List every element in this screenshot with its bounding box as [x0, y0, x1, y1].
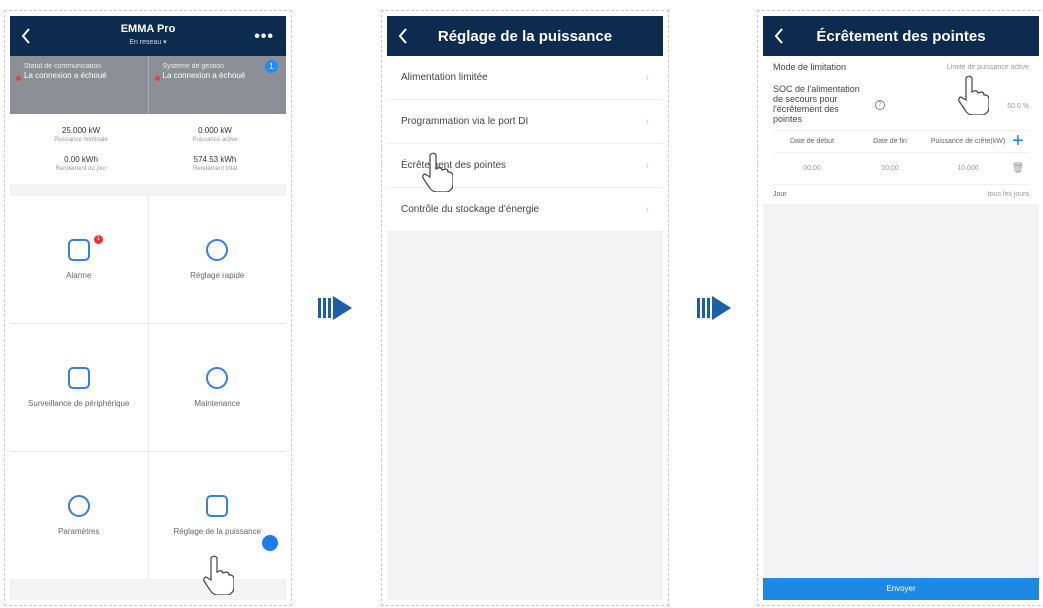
add-icon[interactable]: +	[1007, 131, 1029, 151]
menu-item-storage-control[interactable]: Contrôle du stockage d'énergie ›	[387, 188, 663, 232]
status-bar: Statut de communication La connexion a é…	[10, 56, 286, 114]
device-title: EMMA Pro	[120, 23, 176, 35]
power-setting-menu: Alimentation limitée › Programmation via …	[387, 56, 663, 232]
backup-soc-row[interactable]: SOC de l'alimentation de secours pour l'…	[773, 78, 1029, 130]
back-arrow-icon[interactable]	[397, 27, 409, 45]
menu-item-di-scheduling[interactable]: Programmation via le port DI ›	[387, 100, 663, 144]
error-dot-icon	[16, 76, 21, 81]
page-title: Écrêtement des pointes	[816, 27, 986, 45]
limitation-mode-select[interactable]: Limite de puissance active	[939, 64, 1029, 71]
error-dot-icon	[154, 76, 160, 81]
day-row[interactable]: Jour tous les jours	[773, 184, 1029, 204]
limitation-mode-row[interactable]: Mode de limitation Limite de puissance a…	[773, 56, 1029, 78]
tile-label: Maintenance	[194, 398, 241, 408]
column-header-end: Date de fin	[873, 138, 907, 145]
power-setting-screen: Réglage de la puissance Alimentation lim…	[387, 16, 663, 600]
stat-item: 574.53 kWh Rendement total	[148, 149, 282, 178]
status-communication[interactable]: Statut de communication La connexion a é…	[10, 56, 149, 114]
tile-label: Paramètres	[58, 526, 100, 536]
peak-power-cell[interactable]: 10.000	[929, 165, 1007, 172]
status-value: La connexion a échoué	[162, 71, 246, 80]
start-time-cell[interactable]: 00:00	[773, 165, 851, 172]
home-screen: EMMA Pro En réseau ▾ ••• Statut de commu…	[10, 16, 286, 600]
day-value[interactable]: tous les jours	[988, 191, 1029, 198]
schedule-table-header: Date de début Date de fin Puissance de c…	[773, 130, 1029, 152]
maintenance-icon	[206, 366, 229, 389]
stat-value: 0.000 kW	[198, 126, 232, 135]
page-title: Réglage de la puissance	[437, 27, 613, 45]
tile-label: Réglage rapide	[190, 270, 245, 280]
peak-shaving-screen: Écrêtement des pointes Mode de limitatio…	[763, 16, 1039, 600]
power-setting-icon	[206, 494, 229, 517]
menu-item-label: Contrôle du stockage d'énergie	[401, 204, 540, 215]
quick-setting-icon	[206, 238, 229, 261]
tile-quick-setting[interactable]: Réglage rapide	[148, 196, 286, 323]
stat-value: 574.53 kWh	[193, 155, 237, 164]
gear-icon	[67, 494, 90, 517]
limitation-mode-label: Mode de limitation	[773, 62, 847, 72]
day-label: Jour	[773, 191, 787, 198]
submit-button[interactable]: Envoyer	[763, 578, 1039, 600]
chevron-right-icon: ›	[645, 116, 649, 127]
pointing-hand-icon	[422, 152, 453, 192]
alarm-icon: 1	[67, 234, 103, 261]
trash-icon[interactable]: 🗑	[1007, 163, 1029, 174]
status-management[interactable]: 1 Système de gestion La connexion a écho…	[149, 56, 287, 114]
table-row[interactable]: 00:00 00:00 10.000 🗑	[773, 152, 1029, 184]
peak-shaving-form: Mode de limitation Limite de puissance a…	[763, 56, 1039, 204]
stat-item: 0.000 kW Puissance active	[148, 120, 282, 149]
stat-label: Puissance active	[192, 137, 238, 143]
phone-screen-peak-shaving: Écrêtement des pointes Mode de limitatio…	[757, 10, 1043, 606]
tile-device-monitoring[interactable]: Surveillance de périphérique	[10, 324, 148, 451]
power-setting-header: Réglage de la puissance	[387, 16, 663, 56]
tile-label: Alarme	[66, 270, 92, 280]
function-tiles: 1 Alarme Réglage rapide Surveillance de …	[10, 196, 286, 579]
next-step-arrow-icon	[697, 296, 731, 320]
stat-value: 0.00 kWh	[64, 155, 98, 164]
tile-maintenance[interactable]: Maintenance	[148, 324, 286, 451]
status-value: La connexion a échoué	[24, 71, 107, 80]
device-subtitle[interactable]: En réseau ▾	[121, 36, 176, 49]
tile-settings[interactable]: Paramètres	[10, 452, 148, 579]
peak-shaving-header: Écrêtement des pointes	[763, 16, 1039, 56]
phone-screen-home: EMMA Pro En réseau ▾ ••• Statut de commu…	[4, 10, 292, 606]
stat-item: 25.000 kW Puissance nominale	[14, 120, 148, 149]
pointing-hand-icon	[958, 75, 989, 115]
phone-screen-power-setting: Réglage de la puissance Alimentation lim…	[381, 10, 669, 606]
column-header-start: Date de début	[790, 138, 834, 145]
tile-alarm[interactable]: 1 Alarme	[10, 196, 148, 323]
stat-value: 25.000 kW	[61, 126, 101, 135]
status-title: Système de gestion	[162, 63, 224, 70]
tile-label: Surveillance de périphérique	[28, 398, 130, 408]
next-step-arrow-icon	[318, 296, 352, 320]
back-arrow-icon[interactable]	[20, 27, 32, 45]
stat-label: Rendement total	[192, 166, 238, 172]
column-header-peak-power: Puissance de crête(kW)	[930, 138, 1006, 145]
monitor-icon	[67, 366, 90, 389]
backup-soc-value[interactable]: 50.0 %	[1007, 102, 1029, 112]
menu-item-label: Alimentation limitée	[401, 72, 488, 83]
menu-item-limited-feed[interactable]: Alimentation limitée ›	[387, 56, 663, 100]
back-arrow-icon[interactable]	[773, 27, 785, 45]
chevron-right-icon: ›	[645, 204, 649, 215]
more-menu-icon[interactable]: •••	[254, 28, 274, 46]
tile-label: Réglage de la puissance	[173, 526, 262, 536]
end-time-cell[interactable]: 00:00	[851, 165, 929, 172]
floating-action-icon[interactable]	[262, 535, 278, 551]
menu-item-label: Programmation via le port DI	[401, 116, 529, 127]
stat-label: Rendement du jour	[55, 166, 107, 172]
chevron-right-icon: ›	[645, 72, 649, 83]
menu-item-label: Écrêtement des pointes	[401, 160, 507, 171]
pointing-hand-icon	[203, 555, 234, 595]
help-icon[interactable]: ?	[875, 100, 885, 110]
stats-grid: 25.000 kW Puissance nominale 0.000 kW Puis…	[10, 114, 286, 184]
chevron-right-icon: ›	[645, 160, 649, 171]
home-header: EMMA Pro En réseau ▾ •••	[10, 16, 286, 56]
backup-soc-label: SOC de l'alimentation de secours pour l'…	[773, 84, 860, 124]
stat-label: Puissance nominale	[54, 137, 108, 143]
alarm-count-badge: 1	[93, 234, 103, 244]
status-title: Statut de communication	[24, 63, 102, 70]
stat-item: 0.00 kWh Rendement du jour	[14, 149, 148, 178]
